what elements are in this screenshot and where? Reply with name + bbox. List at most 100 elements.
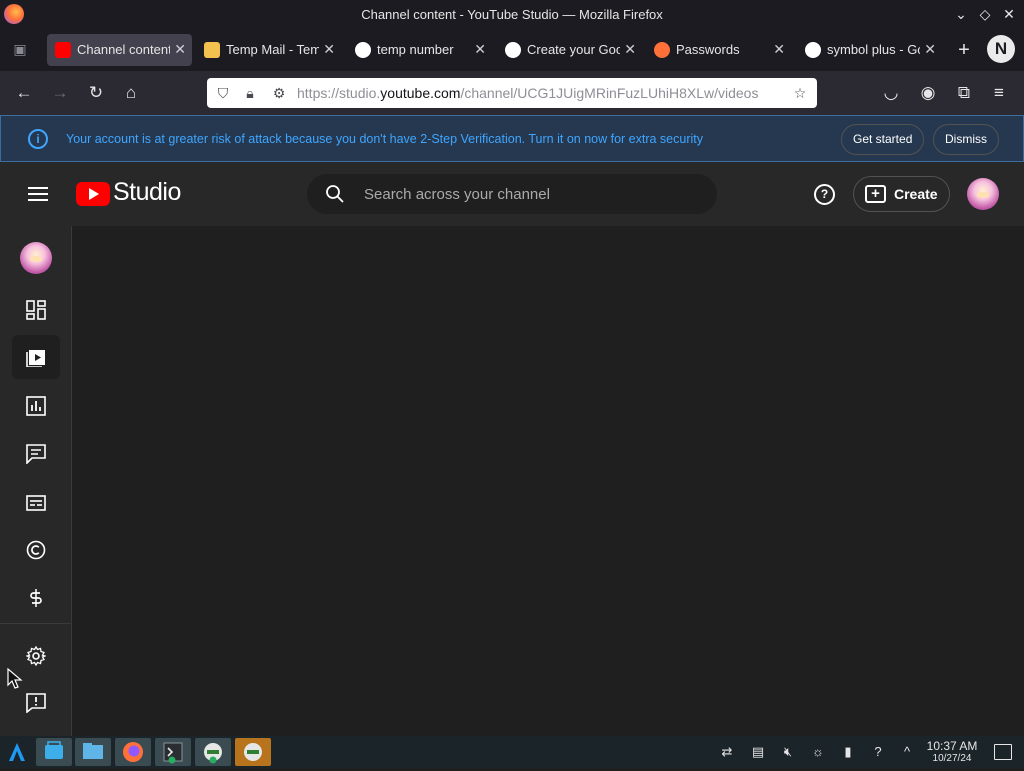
- app-launcher-icon[interactable]: [2, 738, 32, 766]
- create-label: Create: [894, 186, 938, 202]
- dashboard-icon: [26, 300, 46, 320]
- taskbar-store-icon[interactable]: [36, 738, 72, 766]
- close-window-icon[interactable]: ✕: [1000, 5, 1018, 23]
- sidebar-item-comments[interactable]: [12, 432, 60, 476]
- account-avatar[interactable]: [967, 178, 999, 210]
- forward-icon[interactable]: →: [48, 81, 72, 105]
- back-icon[interactable]: ←: [12, 81, 36, 105]
- navigation-bar: ← → ↻ ⌂ ⛉ 🔒︎ ⚙ https://studio.youtube.co…: [0, 71, 1024, 115]
- tab-label: Create your Google Account: [527, 42, 620, 57]
- tracking-protection-icon[interactable]: ⛉: [213, 83, 233, 103]
- get-started-button[interactable]: Get started: [841, 124, 925, 155]
- sidebar-item-analytics[interactable]: [12, 384, 60, 428]
- close-tab-icon[interactable]: ✕: [624, 41, 636, 58]
- tab-temp-mail[interactable]: Temp Mail - Temporary Email ✕: [196, 34, 341, 66]
- close-tab-icon[interactable]: ✕: [474, 41, 486, 58]
- tab-passwords[interactable]: Passwords ✕: [646, 34, 791, 66]
- main-content-area: [72, 226, 1024, 736]
- tab-create-google-account[interactable]: Create your Google Account ✕: [497, 34, 642, 66]
- hamburger-menu-icon[interactable]: [26, 184, 50, 204]
- volume-muted-icon[interactable]: 🔇︎: [780, 744, 796, 760]
- analytics-icon: [26, 396, 46, 416]
- copyright-icon: [26, 540, 46, 560]
- show-desktop-icon[interactable]: [994, 744, 1012, 760]
- close-tab-icon[interactable]: ✕: [773, 41, 785, 58]
- tab-label: symbol plus - Google Search: [827, 42, 920, 57]
- create-plus-icon: +: [865, 185, 886, 203]
- taskbar-firefox-icon[interactable]: [115, 738, 151, 766]
- close-tab-icon[interactable]: ✕: [174, 41, 186, 58]
- taskbar-terminal-icon[interactable]: [155, 738, 191, 766]
- os-taskbar: ⇄ ▤ 🔇︎ ☼ ▮ ? ^ 10:37 AM 10/27/24: [0, 736, 1024, 768]
- create-button[interactable]: + Create: [853, 176, 950, 212]
- close-tab-icon[interactable]: ✕: [924, 41, 936, 58]
- url-prefix: https://studio.: [297, 85, 381, 101]
- lock-icon[interactable]: 🔒︎: [240, 83, 260, 103]
- help-icon[interactable]: ?: [814, 184, 835, 205]
- clock-time: 10:37 AM: [926, 739, 978, 753]
- earn-icon: [30, 589, 42, 607]
- menu-icon[interactable]: ≡: [987, 81, 1011, 105]
- gear-icon: [26, 646, 46, 666]
- tab-temp-number[interactable]: temp number ✕: [347, 34, 492, 66]
- sidebar-item-content[interactable]: [12, 335, 60, 379]
- battery-icon[interactable]: ▮: [840, 744, 856, 760]
- sidebar-item-earn[interactable]: [12, 576, 60, 620]
- bookmark-star-icon[interactable]: ☆: [790, 83, 810, 103]
- tray-expand-icon[interactable]: ^: [899, 744, 915, 760]
- dismiss-button[interactable]: Dismiss: [933, 124, 999, 155]
- firefox-icon: [654, 42, 670, 58]
- tab-label: Channel content: [77, 42, 170, 57]
- sidebar-item-subtitles[interactable]: [12, 481, 60, 525]
- profile-icon[interactable]: N: [987, 35, 1015, 63]
- google-icon: [805, 42, 821, 58]
- clock-date: 10/27/24: [932, 753, 972, 764]
- reload-icon[interactable]: ↻: [84, 81, 108, 105]
- youtube-icon: [55, 42, 71, 58]
- clock[interactable]: 10:37 AM 10/27/24: [922, 740, 982, 765]
- channel-search-input[interactable]: Search across your channel: [307, 174, 717, 214]
- new-tab-icon[interactable]: +: [952, 38, 976, 62]
- sidebar-item-copyright[interactable]: [12, 528, 60, 572]
- tab-label: Passwords: [676, 42, 740, 57]
- channel-avatar[interactable]: [20, 242, 52, 274]
- tab-channel-content[interactable]: Channel content ✕: [47, 34, 192, 66]
- taskbar-active-app-icon[interactable]: [235, 738, 271, 766]
- clipboard-icon[interactable]: ▤: [750, 744, 766, 760]
- search-icon: [326, 185, 344, 203]
- close-tab-icon[interactable]: ✕: [323, 41, 335, 58]
- url-domain: youtube.com: [380, 85, 461, 101]
- temp-mail-icon: [204, 42, 220, 58]
- youtube-logo-icon[interactable]: [76, 182, 110, 206]
- studio-brand[interactable]: Studio: [113, 178, 181, 207]
- google-icon: [505, 42, 521, 58]
- comments-icon: [26, 444, 46, 464]
- tab-label: Temp Mail - Temporary Email: [226, 42, 319, 57]
- info-icon: i: [28, 129, 48, 149]
- minimize-icon[interactable]: ⌄: [952, 5, 970, 23]
- network-icon[interactable]: ⇄: [719, 744, 735, 760]
- maximize-icon[interactable]: ◇: [976, 5, 994, 23]
- studio-sidebar: [0, 226, 72, 736]
- brightness-icon[interactable]: ☼: [810, 744, 826, 760]
- subtitles-icon: [26, 495, 46, 511]
- tab-label: temp number: [377, 42, 454, 57]
- taskbar-app-icon[interactable]: [195, 738, 231, 766]
- sidebar-item-dashboard[interactable]: [12, 288, 60, 332]
- container-tabs-icon[interactable]: ▣: [8, 37, 32, 61]
- url-text[interactable]: https://studio.youtube.com/channel/UCG1J…: [297, 85, 782, 101]
- content-icon: [26, 350, 45, 367]
- taskbar-files-icon[interactable]: [75, 738, 111, 766]
- help-tray-icon[interactable]: ?: [870, 744, 886, 760]
- account-icon[interactable]: ◉: [916, 81, 940, 105]
- permissions-icon[interactable]: ⚙: [269, 83, 289, 103]
- feedback-icon: [26, 693, 46, 713]
- extensions-icon[interactable]: ⧉: [952, 81, 976, 105]
- home-icon[interactable]: ⌂: [119, 81, 143, 105]
- url-bar[interactable]: ⛉ 🔒︎ ⚙ https://studio.youtube.com/channe…: [207, 78, 817, 108]
- search-placeholder: Search across your channel: [364, 186, 550, 203]
- studio-header: Studio Search across your channel ? + Cr…: [0, 162, 1024, 226]
- mouse-cursor-icon: [7, 668, 23, 689]
- pocket-icon[interactable]: ◡: [879, 81, 903, 105]
- tab-symbol-plus[interactable]: symbol plus - Google Search ✕: [797, 34, 942, 66]
